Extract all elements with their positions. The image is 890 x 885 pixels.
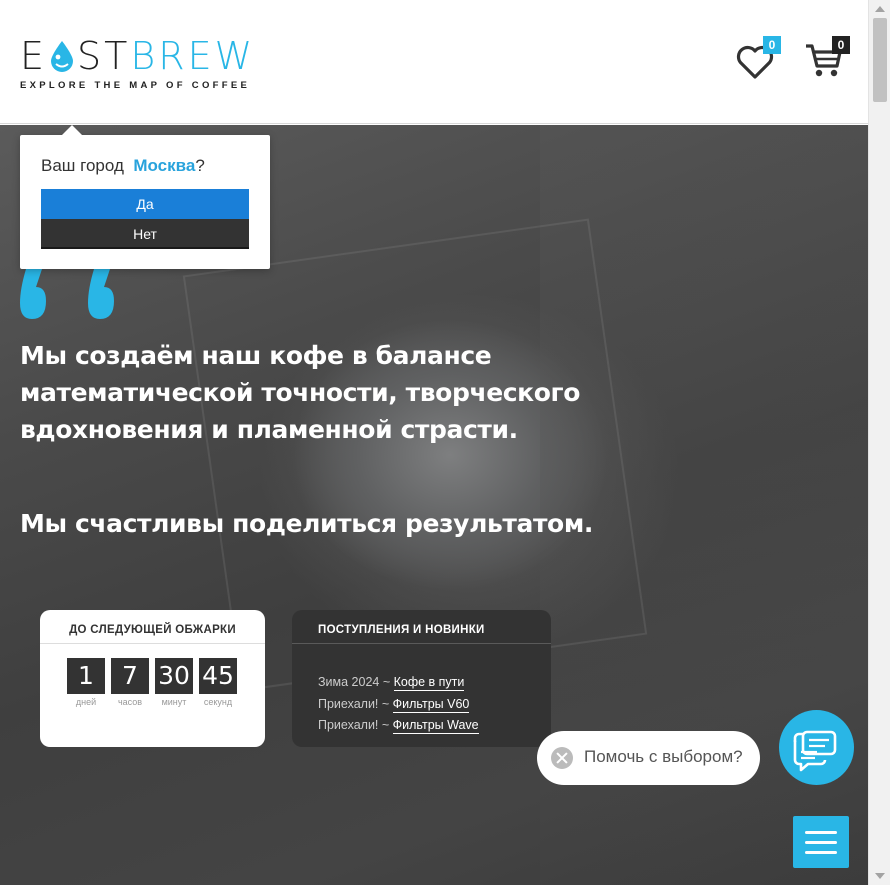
help-bubble[interactable]: Помочь с выбором? <box>537 731 760 785</box>
cart-count-badge: 0 <box>832 36 850 54</box>
logo-dark-part: ST <box>77 34 131 78</box>
menu-bar <box>805 831 837 834</box>
roast-countdown-card: ДО СЛЕДУЮЩЕЙ ОБЖАРКИ 1 дней 7 часов 30 м… <box>40 610 265 747</box>
news-item-link[interactable]: Фильтры Wave <box>392 718 479 734</box>
logo[interactable]: E ST BREW EXPLORE THE MAP OF COFFEE <box>20 36 282 94</box>
news-item: Зима 2024 ~ Кофе в пути <box>318 672 479 694</box>
city-question-mark: ? <box>195 156 205 175</box>
news-list: Зима 2024 ~ Кофе в пути Приехали! ~ Филь… <box>318 672 479 737</box>
city-no-button[interactable]: Нет <box>41 219 249 249</box>
chat-bubbles-icon <box>793 730 837 772</box>
news-item-prefix: Зима 2024 ~ <box>318 675 394 689</box>
menu-hamburger-icon[interactable] <box>793 816 849 868</box>
city-question-text: Ваш город <box>41 156 124 175</box>
logo-blue-part: BREW <box>130 34 256 78</box>
countdown-unit-days: 1 дней <box>67 658 105 707</box>
page-scrollbar[interactable] <box>868 0 890 885</box>
countdown-label: секунд <box>203 697 233 707</box>
quote-icon <box>20 265 70 321</box>
logo-letter-e: E <box>20 34 48 78</box>
city-yes-button[interactable]: Да <box>41 189 249 219</box>
news-item: Приехали! ~ Фильтры V60 <box>318 694 479 716</box>
menu-bar <box>805 841 837 844</box>
countdown-value: 1 <box>67 658 105 694</box>
scroll-down-arrow-icon[interactable] <box>875 873 885 879</box>
countdown-value: 45 <box>199 658 237 694</box>
countdown-label: дней <box>75 697 97 707</box>
favorites-count-badge: 0 <box>763 36 781 54</box>
divider <box>292 643 551 644</box>
menu-bar <box>805 851 837 854</box>
logo-tagline: EXPLORE THE MAP OF COFFEE <box>20 80 251 91</box>
countdown-unit-minutes: 30 минут <box>155 658 193 707</box>
news-item-prefix: Приехали! ~ <box>318 696 393 711</box>
popup-arrow <box>62 125 82 135</box>
news-item: Приехали! ~ Фильтры Wave <box>318 715 479 737</box>
countdown-title: ДО СЛЕДУЮЩЕЙ ОБЖАРКИ <box>69 624 236 636</box>
city-confirm-popup: Ваш город Москва? Да Нет <box>20 125 270 269</box>
logo-wordmark: E ST BREW <box>20 36 282 76</box>
news-title: ПОСТУПЛЕНИЯ И НОВИНКИ <box>318 624 485 636</box>
scroll-thumb[interactable] <box>873 18 887 102</box>
hero-statement: Мы создаём наш кофе в балансе математиче… <box>20 341 580 444</box>
news-item-prefix: Приехали! ~ <box>318 718 393 732</box>
close-icon[interactable] <box>551 747 573 769</box>
scroll-up-arrow-icon[interactable] <box>875 6 885 12</box>
news-card: ПОСТУПЛЕНИЯ И НОВИНКИ Зима 2024 ~ Кофе в… <box>292 610 551 747</box>
countdown-value: 7 <box>111 658 149 694</box>
countdown-unit-hours: 7 часов <box>111 658 149 707</box>
news-item-link[interactable]: Кофе в пути <box>393 675 465 691</box>
help-text: Помочь с выбором? <box>584 747 743 766</box>
drop-icon <box>49 39 75 73</box>
countdown-value: 30 <box>155 658 193 694</box>
countdown-unit-seconds: 45 секунд <box>199 658 237 707</box>
hero-subtitle: Мы счастливы поделиться результатом. <box>20 509 593 538</box>
quote-icon <box>88 265 138 321</box>
divider <box>40 643 265 644</box>
chat-button[interactable] <box>779 710 854 785</box>
city-name[interactable]: Москва <box>133 156 195 175</box>
countdown-label: минут <box>161 697 187 707</box>
site-header: E ST BREW EXPLORE THE MAP OF COFFEE 0 0 <box>0 0 868 124</box>
countdown-label: часов <box>117 697 143 707</box>
countdown-timer: 1 дней 7 часов 30 минут 45 секунд <box>67 658 243 707</box>
news-item-link[interactable]: Фильтры V60 <box>392 696 470 713</box>
city-question: Ваш город Москва? <box>41 156 205 176</box>
